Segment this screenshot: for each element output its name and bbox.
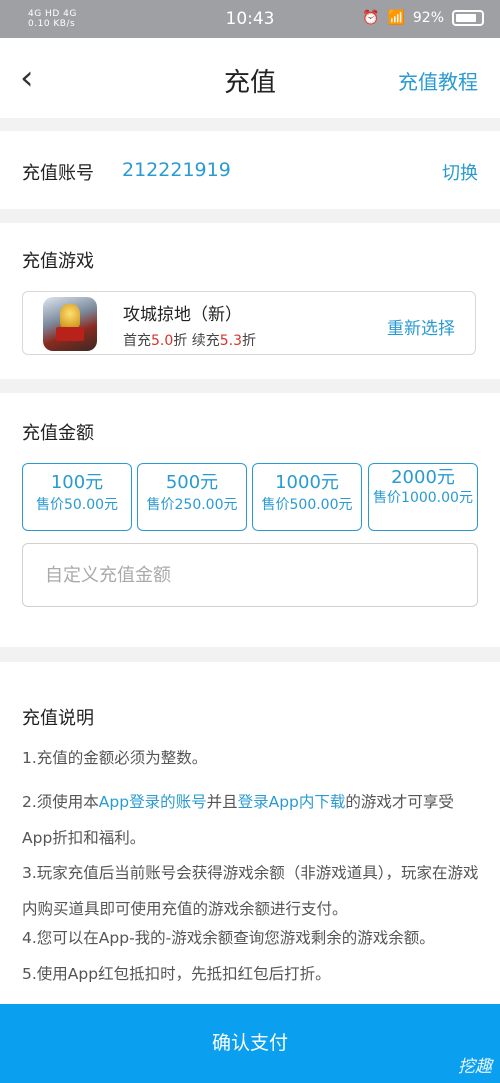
note-2-text: 并且: [206, 793, 238, 811]
note-2: 2.须使用本App登录的账号并且登录App内下载的游戏才可享受App折扣和福利。: [22, 784, 482, 856]
game-icon: [43, 297, 97, 351]
first-label: 首充: [123, 333, 151, 349]
option-amount: 100元: [50, 472, 104, 493]
amount-option-1000[interactable]: 1000元 售价500.00元: [252, 463, 362, 531]
note-1: 1.充值的金额必须为整数。: [22, 749, 208, 767]
status-right: ⏰ 📶 92%: [362, 10, 484, 26]
option-amount: 1000元: [275, 472, 339, 493]
amount-options: 100元 售价50.00元 500元 售价250.00元 1000元 售价500…: [22, 463, 478, 531]
amount-card: 充值金额 100元 售价50.00元 500元 售价250.00元 1000元 …: [0, 393, 500, 647]
option-price: 售价50.00元: [35, 497, 119, 513]
account-value: 212221919: [122, 159, 231, 181]
notes-card: 充值说明 1.充值的金额必须为整数。 2.须使用本App登录的账号并且登录App…: [0, 662, 500, 1004]
nav-bar: ‹ 充值 充值教程: [0, 38, 500, 118]
option-price: 售价1000.00元: [373, 490, 473, 506]
amount-option-100[interactable]: 100元 售价50.00元: [22, 463, 132, 531]
note-2-text: 2.须使用本: [22, 793, 99, 811]
note-3: 3.玩家充值后当前账号会获得游戏余额（非游戏道具），玩家在游戏内购买道具即可使用…: [22, 864, 479, 918]
account-label: 充值账号: [22, 163, 94, 184]
first-unit: 折: [173, 333, 188, 349]
login-account-link[interactable]: App登录的账号: [99, 793, 207, 811]
game-name: 攻城掠地（新）: [123, 305, 242, 325]
confirm-pay-button[interactable]: 确认支付: [0, 1004, 500, 1083]
account-card: 充值账号 212221919 切换: [0, 131, 500, 209]
renew-unit: 折: [241, 333, 256, 349]
renew-discount: 5.3: [219, 333, 242, 349]
amount-option-2000[interactable]: 2000元 售价1000.00元: [368, 463, 478, 531]
status-bar: 4G HD 4G 0.10 KB/s 10:43 ⏰ 📶 92%: [0, 0, 500, 38]
app-download-link[interactable]: 登录App内下载: [238, 793, 346, 811]
option-amount: 500元: [165, 472, 219, 493]
note-5: 5.使用App红包抵扣时，先抵扣红包后打折。: [22, 965, 331, 983]
wifi-icon: 📶: [387, 10, 405, 26]
game-card: 充值游戏 攻城掠地（新） 首充5.0折 续充5.3折 重新选择: [0, 223, 500, 379]
custom-amount-input[interactable]: [22, 543, 478, 607]
renew-label: 续充: [187, 333, 220, 349]
option-price: 售价250.00元: [146, 497, 238, 513]
switch-account-button[interactable]: 切换: [442, 159, 478, 185]
battery-percent: 92%: [412, 10, 444, 26]
game-selector[interactable]: 攻城掠地（新） 首充5.0折 续充5.3折 重新选择: [22, 291, 476, 355]
game-discount: 首充5.0折 续充5.3折: [123, 330, 256, 350]
first-discount: 5.0: [151, 333, 174, 349]
notes-title: 充值说明: [22, 708, 94, 729]
note-4: 4.您可以在App-我的-游戏余额查询您游戏剩余的游戏余额。: [22, 929, 435, 947]
game-section-title: 充值游戏: [22, 251, 94, 272]
reselect-game-button[interactable]: 重新选择: [387, 314, 455, 339]
option-amount: 2000元: [391, 467, 455, 488]
amount-option-500[interactable]: 500元 售价250.00元: [137, 463, 247, 531]
battery-icon: [452, 10, 484, 26]
amount-section-title: 充值金额: [22, 423, 94, 444]
alarm-icon: ⏰: [362, 10, 380, 26]
option-price: 售价500.00元: [261, 497, 353, 513]
tutorial-link[interactable]: 充值教程: [398, 66, 478, 95]
watermark: 挖趣: [458, 1057, 492, 1077]
